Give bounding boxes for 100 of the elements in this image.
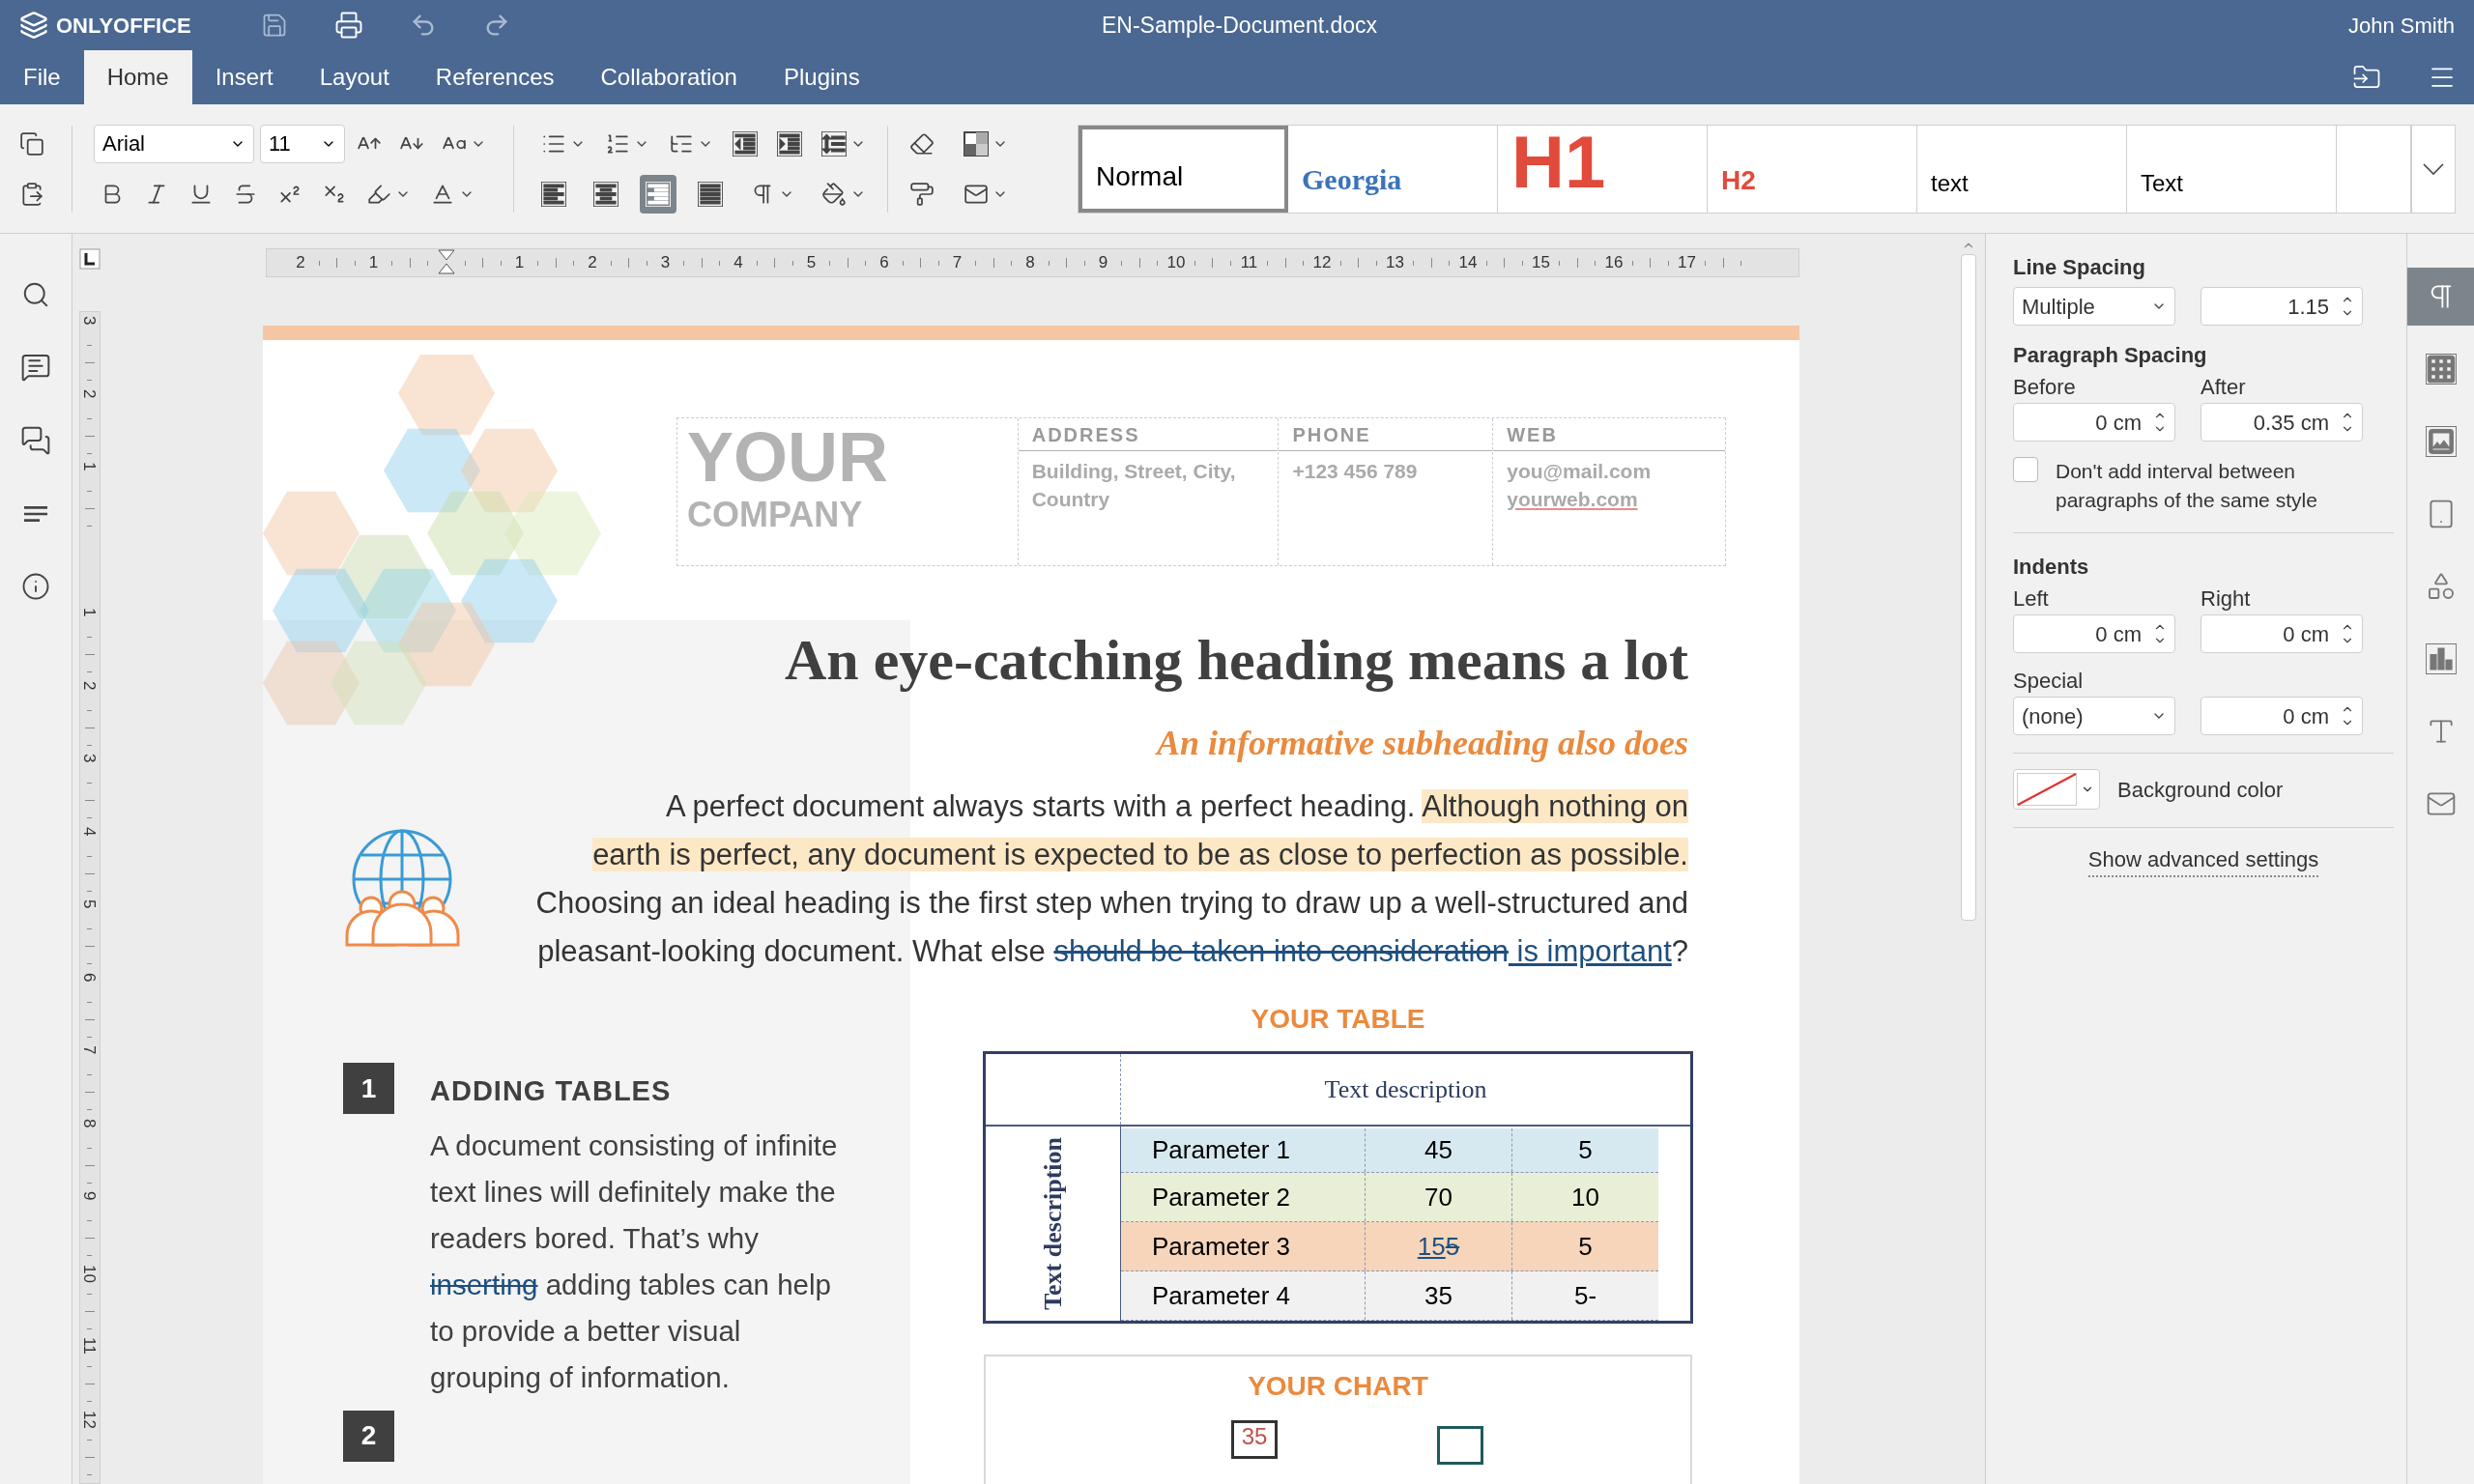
before-field[interactable]: 0 cm bbox=[2013, 403, 2175, 442]
table-cell: 155 bbox=[1365, 1222, 1511, 1270]
menu-tab[interactable]: Plugins bbox=[760, 50, 883, 104]
row-header: Text description bbox=[1038, 1137, 1068, 1310]
data-label-frame bbox=[1437, 1426, 1483, 1465]
align-justify-icon bbox=[698, 181, 723, 207]
menu-tab[interactable]: References bbox=[412, 50, 578, 104]
menu-tab[interactable]: Insert bbox=[191, 50, 297, 104]
save-icon[interactable] bbox=[261, 12, 288, 39]
ruler-number: 1 bbox=[367, 252, 380, 274]
line-spacing-icon bbox=[821, 130, 847, 157]
section-paragraph: A document consisting of infinite text lines will definitely make the readers bored. That’s why inserting adding tables can help to provide a better visual grouping of information. bbox=[430, 1127, 839, 1395]
search-icon[interactable] bbox=[21, 280, 50, 309]
table-cell: 5 bbox=[1511, 1222, 1658, 1270]
contact-heading: ADDRESS bbox=[1031, 422, 1140, 447]
chart-title: YOUR CHART bbox=[1248, 1370, 1428, 1403]
menu-tab[interactable]: File bbox=[0, 50, 84, 104]
contact-text: +123 456 789 bbox=[1292, 459, 1419, 484]
menu-tab[interactable]: Collaboration bbox=[577, 50, 761, 104]
ruler-number: 4 bbox=[81, 826, 98, 838]
special-indent-select[interactable]: (none) bbox=[2013, 697, 2175, 735]
style-preset[interactable]: Normal bbox=[1079, 125, 1288, 213]
table-cell: 5 bbox=[1511, 1128, 1658, 1172]
image-icon bbox=[2425, 426, 2457, 457]
increase-indent-icon bbox=[777, 130, 802, 157]
ruler-number: 3 bbox=[659, 252, 672, 274]
section-number: 1 bbox=[343, 1063, 394, 1114]
table-cell-text: Parameter 1 bbox=[1151, 1134, 1292, 1166]
company-name: COMPANY bbox=[687, 496, 864, 534]
section-label: Indents bbox=[2013, 554, 2090, 581]
table-cell: 45 bbox=[1365, 1128, 1511, 1172]
table-cell: 5- bbox=[1511, 1271, 1658, 1320]
ruler-number: 9 bbox=[81, 1191, 98, 1203]
special-indent-field[interactable]: 0 cm bbox=[2201, 697, 2363, 735]
table-icon bbox=[2425, 354, 2457, 385]
paragraph-settings-tab[interactable] bbox=[2407, 268, 2474, 326]
after-field[interactable]: 0.35 cm bbox=[2201, 403, 2363, 442]
ruler-number: 10 bbox=[81, 1264, 98, 1285]
background-color-button[interactable] bbox=[2013, 769, 2100, 810]
align-left-icon bbox=[541, 181, 566, 207]
menu-tab[interactable]: Layout bbox=[296, 50, 413, 104]
contact-heading: PHONE bbox=[1292, 422, 1371, 447]
ruler-number: 1 bbox=[81, 608, 98, 619]
field-label: Right bbox=[2201, 585, 2252, 613]
contact-text: you@mail.com bbox=[1507, 459, 1653, 484]
section-label: Line Spacing bbox=[2013, 254, 2146, 281]
decrease-indent-icon bbox=[733, 130, 758, 157]
ruler-number: 6 bbox=[878, 252, 890, 274]
comment-icon[interactable] bbox=[20, 352, 51, 383]
ruler-number: 6 bbox=[81, 972, 98, 984]
ruler-number: 12 bbox=[1312, 252, 1332, 274]
ruler-number: 5 bbox=[81, 899, 98, 911]
clear-style-icon bbox=[909, 130, 935, 157]
field-label: Background color bbox=[2117, 776, 2284, 804]
ruler-number: 7 bbox=[951, 252, 964, 274]
column-header: Text description bbox=[1324, 1074, 1487, 1105]
font-name-field[interactable]: Arial bbox=[94, 124, 254, 163]
left-indent-field[interactable]: 0 cm bbox=[2013, 614, 2175, 653]
tab-stop-icon[interactable] bbox=[78, 248, 101, 270]
table-title: YOUR TABLE bbox=[1251, 1003, 1425, 1036]
ruler-number: 11 bbox=[1239, 252, 1259, 274]
document-title: EN-Sample-Document.docx bbox=[1102, 11, 1378, 40]
advanced-settings-link[interactable]: Show advanced settings bbox=[2087, 843, 2319, 877]
scrollbar-thumb[interactable] bbox=[1961, 254, 1976, 921]
section-number: 2 bbox=[343, 1410, 394, 1462]
paste-icon bbox=[19, 181, 44, 207]
ruler-number: 12 bbox=[81, 1410, 98, 1431]
user-name[interactable]: John Smith bbox=[2347, 9, 2455, 42]
align-center-icon bbox=[593, 181, 618, 207]
ruler-number: 8 bbox=[1024, 252, 1036, 274]
contact-text: yourweb.com bbox=[1507, 487, 1639, 512]
chat-icon[interactable] bbox=[20, 425, 51, 456]
table-cell: 70 bbox=[1365, 1173, 1511, 1221]
ruler-number: 10 bbox=[1166, 252, 1186, 274]
app-logo: ONLYOFFICE bbox=[56, 12, 191, 40]
right-indent-field[interactable]: 0 cm bbox=[2201, 614, 2363, 653]
align-right-icon bbox=[646, 181, 671, 207]
ruler-number: 3 bbox=[81, 754, 98, 765]
caret-icon bbox=[2423, 162, 2444, 175]
line-spacing-select[interactable]: Multiple bbox=[2013, 287, 2175, 326]
line-spacing-field[interactable]: 1.15 bbox=[2201, 287, 2363, 326]
table-cell-text: Parameter 4 bbox=[1151, 1279, 1292, 1312]
info-icon[interactable] bbox=[21, 572, 50, 601]
document-subheading: An informative subheading also does bbox=[1156, 723, 1688, 764]
no-color-swatch-icon bbox=[2017, 773, 2077, 806]
font-size-field[interactable]: 11 bbox=[260, 124, 345, 163]
ruler-number: 15 bbox=[1531, 252, 1551, 274]
ruler-number: 3 bbox=[81, 316, 98, 328]
menu-tab[interactable]: Home bbox=[83, 50, 192, 104]
align-right-button[interactable] bbox=[640, 174, 676, 214]
copy-icon bbox=[19, 130, 44, 157]
contact-text: Building, Street, City, Country bbox=[1031, 459, 1237, 512]
company-name: YOUR bbox=[687, 418, 890, 496]
ruler-number: 1 bbox=[513, 252, 526, 274]
data-label: 35 bbox=[1231, 1420, 1278, 1459]
ruler-number: 14 bbox=[1458, 252, 1478, 274]
checkbox[interactable] bbox=[2013, 457, 2038, 482]
ruler-number: 11 bbox=[81, 1337, 98, 1356]
table-cell-text: Parameter 2 bbox=[1151, 1181, 1292, 1213]
print-icon[interactable] bbox=[334, 11, 363, 40]
